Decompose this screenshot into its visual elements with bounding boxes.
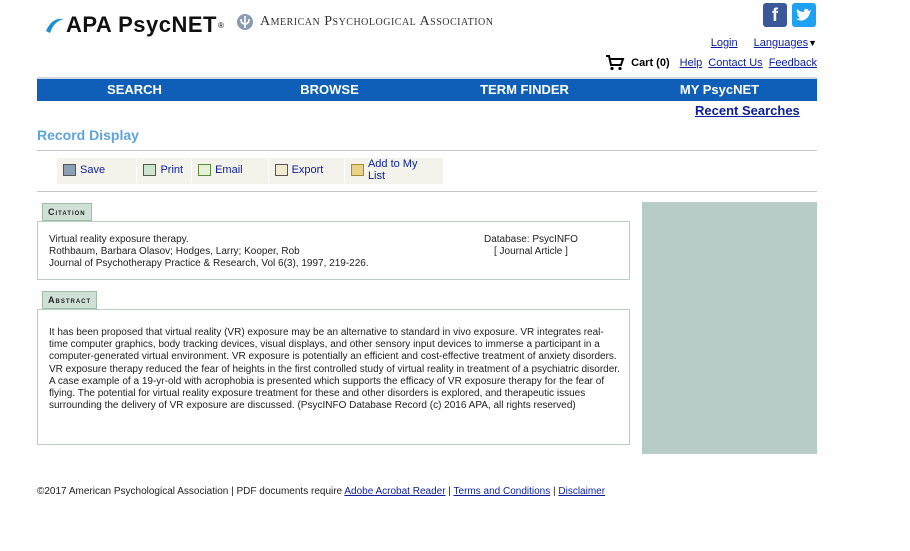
citation-journal: Journal of Psychotherapy Practice & Rese…: [49, 258, 369, 269]
page-title: Record Display: [37, 127, 139, 143]
document-type: [ Journal Article ]: [494, 246, 568, 257]
registered-mark: ®: [218, 20, 224, 30]
terms-link[interactable]: Terms and Conditions: [454, 486, 551, 497]
nav-term-finder[interactable]: TERM FINDER: [427, 79, 622, 101]
apa-psycnet-logo[interactable]: APA PsycNET ®: [44, 12, 224, 38]
citation-tab: Citation: [42, 203, 92, 221]
languages-dropdown[interactable]: Languages▼: [754, 37, 817, 49]
add-to-my-list-label: Add to My List: [367, 158, 418, 182]
citation-box: Virtual reality exposure therapy. Rothba…: [37, 221, 630, 280]
nav-my-psycnet[interactable]: MY PsycNET: [622, 79, 817, 101]
association-name: American Psychological Association: [260, 14, 494, 29]
login-link[interactable]: Login: [711, 37, 738, 49]
citation-text: Virtual reality exposure therapy. Rothba…: [49, 234, 369, 270]
cart-label[interactable]: Cart (0): [631, 57, 670, 69]
record-toolbar: Save Print Email Export Add to My List: [57, 158, 443, 184]
main-nav: SEARCH BROWSE TERM FINDER MY PsycNET: [37, 77, 817, 101]
logo-text: APA PsycNET: [66, 12, 217, 37]
email-button[interactable]: Email: [191, 158, 267, 182]
sidebar-panel: [642, 202, 817, 454]
nav-browse[interactable]: BROWSE: [232, 79, 427, 101]
save-icon: [63, 164, 76, 176]
export-icon: [274, 164, 288, 176]
acrobat-link[interactable]: Adobe Acrobat Reader: [344, 486, 445, 497]
apa-association-logo[interactable]: American Psychological Association: [236, 13, 493, 31]
email-label: Email: [215, 164, 243, 176]
cart-icon[interactable]: [605, 55, 625, 71]
export-button[interactable]: Export: [267, 158, 344, 182]
disclaimer-link[interactable]: Disclaimer: [558, 486, 605, 497]
cart-row: Cart (0) Help Contact Us Feedback: [605, 55, 817, 71]
footer-sep-1: |: [445, 486, 454, 497]
logo-swoosh-icon: [46, 18, 64, 33]
citation-meta: Database: PsycINFO [ Journal Article ]: [484, 234, 578, 258]
citation-title: Virtual reality exposure therapy.: [49, 234, 189, 245]
twitter-bird-icon: [796, 8, 811, 21]
top-links: Login Languages▼: [711, 37, 817, 49]
folder-icon: [351, 164, 364, 176]
contact-us-link[interactable]: Contact Us: [708, 57, 762, 69]
divider-top: [37, 150, 817, 151]
database-label: Database: PsycINFO: [484, 234, 578, 245]
psi-emblem-icon: [237, 14, 253, 30]
twitter-icon[interactable]: [792, 3, 816, 27]
print-button[interactable]: Print: [136, 158, 191, 182]
print-label: Print: [160, 164, 184, 176]
footer: ©2017 American Psychological Association…: [37, 486, 605, 497]
email-icon: [198, 164, 212, 176]
facebook-icon[interactable]: f: [763, 3, 787, 27]
abstract-tab: Abstract: [42, 291, 98, 309]
save-label: Save: [80, 164, 106, 176]
divider-bottom: [37, 191, 817, 192]
abstract-text: It has been proposed that virtual realit…: [49, 327, 620, 412]
caret-down-icon: ▼: [808, 38, 817, 48]
recent-searches-link[interactable]: Recent Searches: [695, 103, 800, 118]
languages-label: Languages: [753, 37, 809, 49]
print-icon: [143, 164, 157, 176]
save-button[interactable]: Save: [57, 158, 136, 182]
citation-authors: Rothbaum, Barbara Olasov; Hodges, Larry;…: [49, 246, 300, 257]
nav-search[interactable]: SEARCH: [37, 79, 232, 101]
help-link[interactable]: Help: [680, 57, 703, 69]
abstract-box: It has been proposed that virtual realit…: [37, 309, 630, 445]
add-to-my-list-button[interactable]: Add to My List: [344, 158, 443, 182]
feedback-link[interactable]: Feedback: [769, 57, 817, 69]
footer-copyright: ©2017 American Psychological Association…: [37, 486, 345, 497]
export-label: Export: [291, 164, 324, 176]
